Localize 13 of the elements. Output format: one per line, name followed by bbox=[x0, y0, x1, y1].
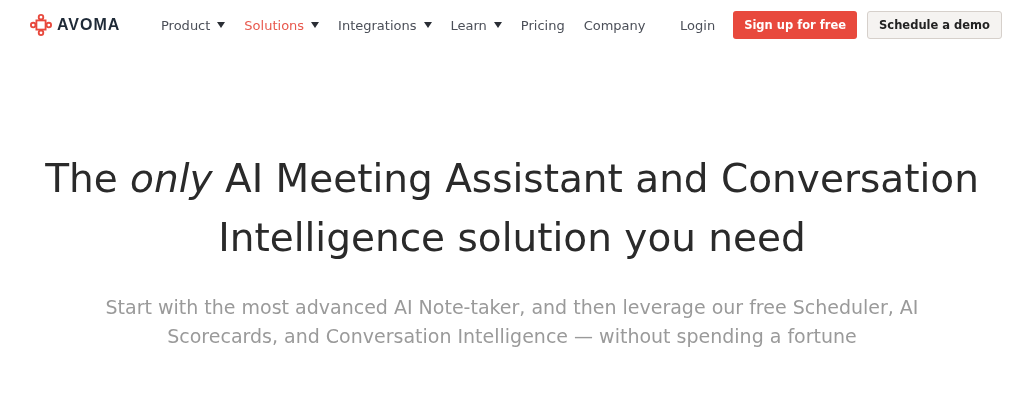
nav-link[interactable]: Company bbox=[583, 17, 646, 33]
logo-icon bbox=[30, 14, 52, 36]
nav-link[interactable]: Solutions bbox=[244, 17, 320, 33]
hero-title: The only AI Meeting Assistant and Conversation Intelligence solution you need bbox=[44, 155, 980, 262]
demo-button[interactable]: Schedule a demo bbox=[867, 11, 1002, 39]
nav-link[interactable]: Pricing bbox=[520, 17, 565, 33]
brand-name[interactable]: AVOMA bbox=[57, 16, 121, 34]
nav-link[interactable]: Integrations bbox=[338, 17, 432, 33]
nav-link[interactable]: Learn bbox=[450, 17, 502, 33]
login-link[interactable]: Login bbox=[680, 17, 716, 33]
signup-button[interactable]: Sign up for free bbox=[733, 11, 858, 39]
nav-link[interactable]: Product bbox=[161, 17, 226, 33]
hero-subtitle: Start with the most advanced AI Note-taker, and then leverage our free Scheduler, AI Scorecards, and Conversation Intelligence — without spending a fortune bbox=[104, 295, 920, 349]
